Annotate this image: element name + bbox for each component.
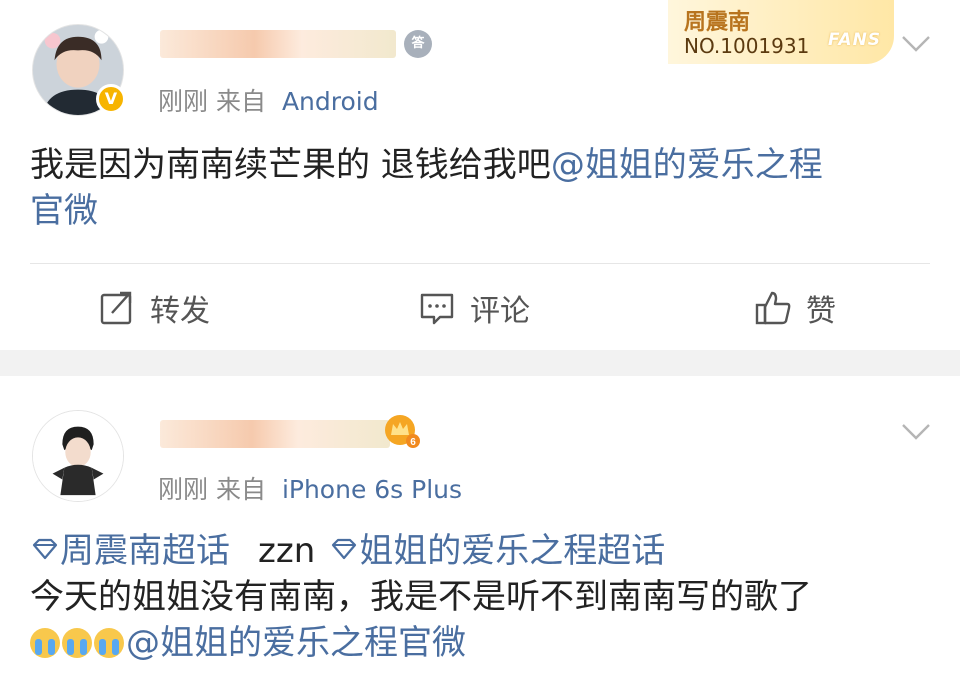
crying-emoji-icon [94, 628, 124, 658]
chevron-down-icon[interactable] [900, 422, 932, 442]
comment-button[interactable]: 评论 [418, 286, 530, 330]
supertopic-2-label: 姐姐的爱乐之程超话 [359, 531, 666, 571]
verified-badge: V [96, 84, 126, 114]
crown-icon: 6 [385, 415, 420, 448]
post-time: 刚刚 [158, 475, 209, 504]
post-content: 我是因为南南续芒果的 退钱给我吧@姐姐的爱乐之程 官微 [30, 142, 930, 234]
source-prefix: 来自 [215, 87, 266, 116]
comment-icon [420, 293, 454, 325]
comment-label: 评论 [470, 294, 530, 329]
post-text: 我是因为南南续芒果的 退钱给我吧 [30, 145, 551, 185]
post-separator [0, 350, 960, 376]
post-text-plain: zzn [258, 531, 316, 571]
post-source: Android [281, 87, 379, 116]
repost-label: 转发 [150, 294, 210, 329]
mention-link[interactable]: @姐姐的爱乐之程官微 [126, 623, 466, 663]
mention-link-cont[interactable]: 官微 [30, 191, 98, 231]
diamond-icon [332, 538, 357, 560]
post-content: 周震南超话 zzn 姐姐的爱乐之程超话 今天的姐姐没有南南，我是不是听不到南南写的歌… [30, 528, 930, 666]
fans-card-number: NO.1001931 [684, 34, 810, 58]
crown-level: 6 [410, 437, 416, 448]
weibo-post-2: 6 刚刚 来自 iPhone 6s Plus 周震南超话 zzn 姐姐的爱乐之程超话… [0, 376, 960, 689]
mention-link[interactable]: @姐姐的爱乐之程 [551, 145, 823, 185]
post-meta: 刚刚 来自 Android [158, 82, 379, 118]
supertopic-link-2[interactable]: 姐姐的爱乐之程超话 [329, 531, 665, 571]
crying-emoji-icon [62, 628, 92, 658]
crying-emoji-icon [30, 628, 60, 658]
source-prefix: 来自 [215, 475, 266, 504]
supertopic-1-label: 周震南超话 [60, 531, 230, 571]
fans-card-mark: FANS [828, 30, 882, 50]
diamond-icon [32, 538, 58, 560]
post-text-line2: 今天的姐姐没有南南，我是不是听不到南南写的歌了 [30, 577, 812, 617]
chevron-down-icon[interactable] [900, 34, 932, 54]
repost-icon [100, 291, 132, 325]
post-time: 刚刚 [158, 87, 209, 116]
like-label: 赞 [806, 294, 836, 329]
divider [30, 263, 930, 264]
user-avatar[interactable] [32, 410, 124, 502]
supertopic-link-1[interactable]: 周震南超话 [30, 531, 230, 571]
username-redacted[interactable] [160, 420, 390, 448]
username-redacted[interactable] [160, 30, 396, 58]
post-source: iPhone 6s Plus [281, 475, 463, 504]
fans-card-name: 周震南 [684, 10, 751, 35]
post-meta: 刚刚 来自 iPhone 6s Plus [158, 470, 462, 506]
level-badge: 答 [404, 30, 432, 58]
like-button[interactable]: 赞 [754, 286, 836, 330]
thumbs-up-icon [755, 291, 791, 325]
fans-card[interactable]: 周震南 NO.1001931 FANS [668, 0, 894, 64]
repost-button[interactable]: 转发 [98, 286, 210, 330]
weibo-post-1: V 答 刚刚 来自 Android 周震南 NO.1001931 FANS 我是… [0, 0, 960, 350]
